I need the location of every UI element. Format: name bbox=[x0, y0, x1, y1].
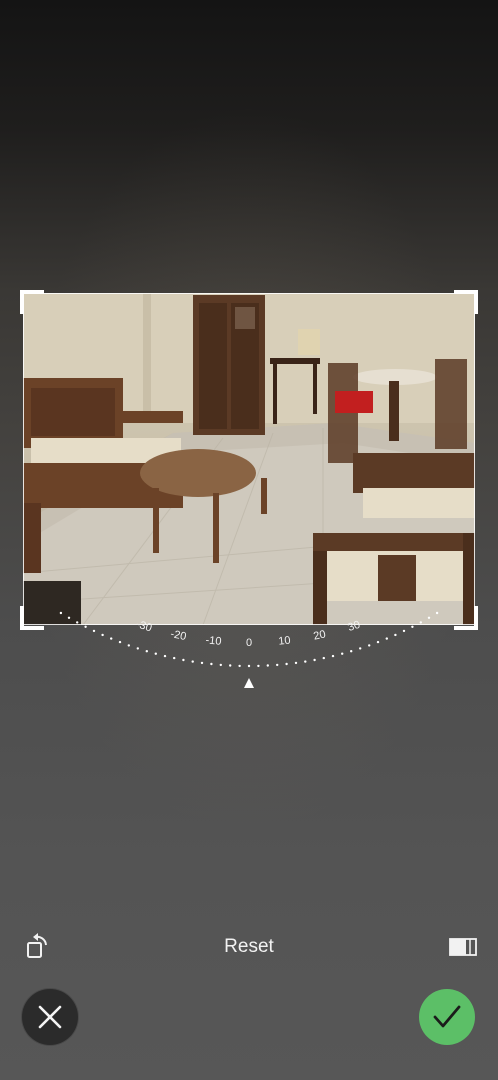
dial-dot bbox=[394, 633, 397, 637]
dial-dot bbox=[285, 662, 288, 666]
straighten-dial[interactable]: -30 -20 -10 0 10 20 30 bbox=[0, 606, 498, 700]
dial-dot bbox=[350, 650, 353, 653]
cancel-button[interactable] bbox=[22, 989, 78, 1045]
dial-dot bbox=[136, 647, 139, 650]
dial-dot bbox=[411, 625, 414, 628]
aspect-ratio-button[interactable] bbox=[444, 930, 482, 964]
checkmark-icon bbox=[433, 1005, 461, 1028]
dial-dot bbox=[304, 660, 307, 663]
reset-button[interactable]: Reset bbox=[198, 932, 300, 962]
dial-dot bbox=[257, 664, 260, 668]
dial-dot bbox=[67, 616, 71, 619]
dial-tick-label: 30 bbox=[346, 619, 361, 634]
dial-scale: -30 -20 -10 0 10 20 30 bbox=[51, 606, 447, 688]
living-room-photo bbox=[23, 293, 475, 625]
dial-dot bbox=[173, 656, 176, 660]
dial-dot bbox=[419, 621, 422, 624]
dial-dot bbox=[376, 640, 380, 644]
dial-dot bbox=[238, 664, 241, 668]
dial-dot bbox=[127, 644, 130, 647]
dial-dot bbox=[276, 663, 279, 667]
dial-dot bbox=[294, 661, 298, 665]
dial-dot bbox=[313, 658, 316, 662]
dial-dot bbox=[359, 647, 362, 650]
dial-dot bbox=[210, 662, 213, 666]
dial-dot bbox=[229, 664, 232, 667]
dial-dot bbox=[76, 621, 79, 624]
dial-dot bbox=[92, 629, 96, 633]
dial-dot bbox=[266, 664, 269, 667]
dial-tick-label: -30 bbox=[135, 618, 154, 634]
dial-dot bbox=[435, 611, 439, 615]
close-icon bbox=[38, 1005, 62, 1029]
dial-dot bbox=[331, 654, 335, 658]
dial-dot bbox=[101, 633, 104, 637]
crop-handle-top-right[interactable] bbox=[454, 290, 478, 314]
photo-preview[interactable] bbox=[23, 293, 475, 625]
rotate-icon bbox=[27, 933, 47, 958]
crop-handle-top-left[interactable] bbox=[20, 290, 44, 314]
rotate-button[interactable] bbox=[20, 928, 54, 964]
dial-dot bbox=[219, 663, 222, 667]
dial-dot bbox=[118, 640, 122, 644]
confirm-button[interactable] bbox=[419, 989, 475, 1045]
dial-dot bbox=[84, 625, 87, 628]
dial-dot bbox=[182, 658, 185, 662]
dial-tick-label: 10 bbox=[278, 635, 291, 648]
dial-dot bbox=[402, 629, 406, 633]
dial-tick-label: -20 bbox=[169, 628, 187, 643]
dial-dot bbox=[247, 664, 251, 668]
dial-dot bbox=[59, 611, 63, 615]
dial-indicator bbox=[244, 678, 254, 688]
dial-tick-label: 20 bbox=[312, 628, 326, 642]
dial-dot bbox=[110, 637, 113, 640]
dial-dot bbox=[427, 616, 431, 619]
dial-dot bbox=[385, 637, 388, 640]
dial-tick-label: -10 bbox=[205, 634, 222, 648]
dial-dot bbox=[145, 650, 148, 653]
dial-dot bbox=[191, 660, 194, 663]
dial-dot bbox=[154, 652, 157, 655]
dial-tick-label: 0 bbox=[246, 637, 252, 649]
dial-dot bbox=[163, 654, 167, 658]
edit-toolbar: Reset bbox=[0, 928, 498, 968]
dial-dot bbox=[322, 656, 325, 660]
aspect-ratio-icon bbox=[449, 938, 477, 956]
dial-dot bbox=[200, 661, 204, 665]
dial-dot bbox=[341, 652, 344, 655]
dial-dot bbox=[368, 644, 371, 647]
